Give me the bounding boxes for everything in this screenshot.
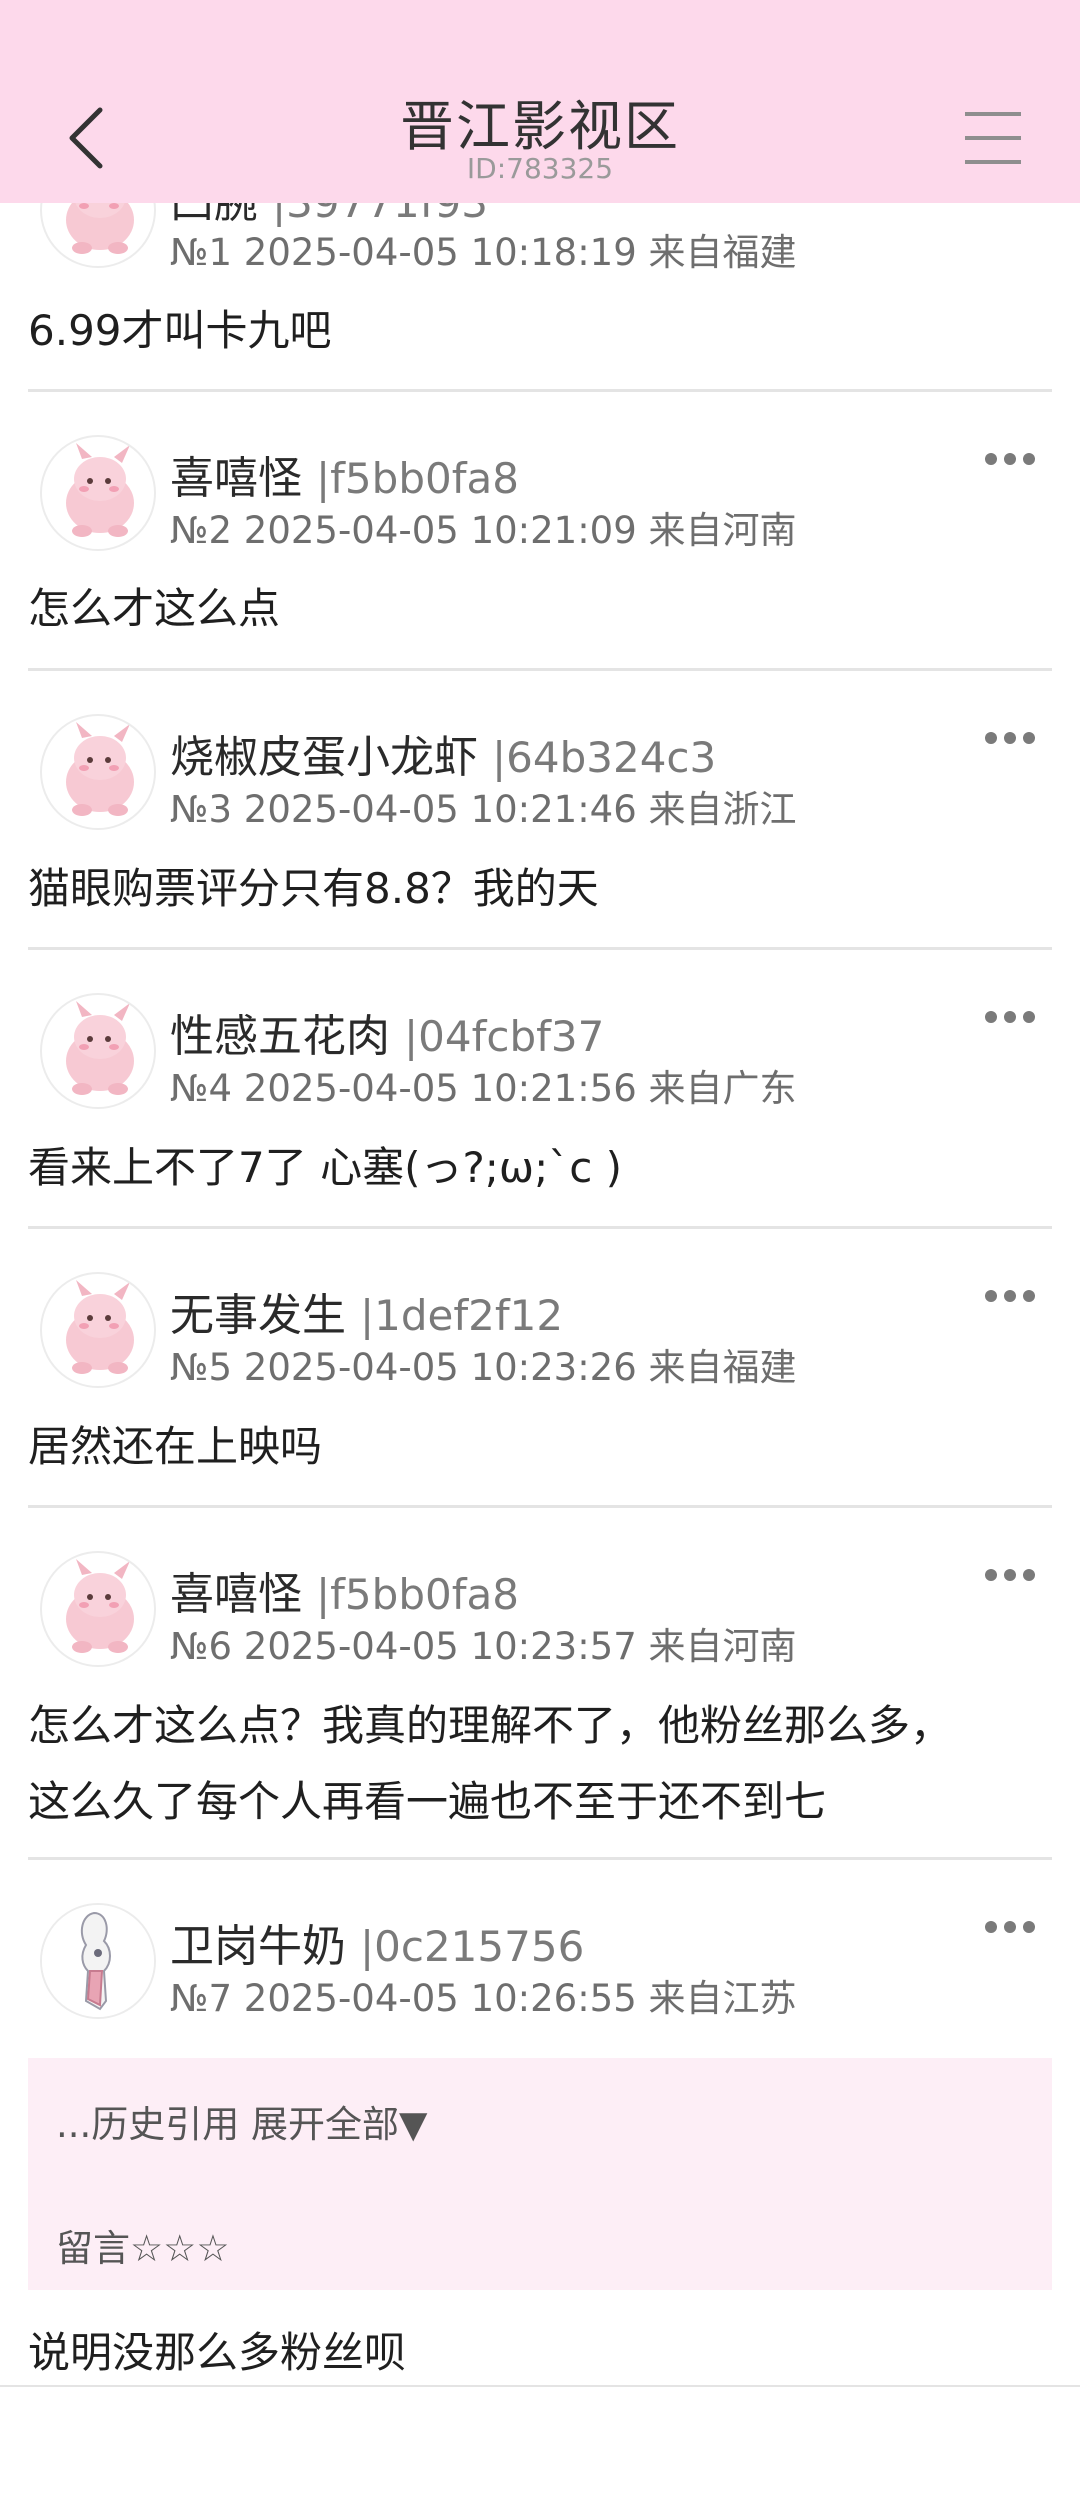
post-content-line: 怎么才这么点？我真的理解不了，他粉丝那么多， bbox=[28, 1701, 953, 1750]
divider bbox=[28, 1505, 1052, 1508]
user-id: |1def2f12 bbox=[360, 1291, 564, 1340]
post-content: 怎么才这么点？我真的理解不了，他粉丝那么多， 这么久了每个人再看一遍也不至于还不… bbox=[28, 1688, 1048, 1840]
clefairy-avatar-icon bbox=[66, 1559, 134, 1653]
post-meta: №7 2025-04-05 10:26:55 来自江苏 bbox=[170, 1977, 797, 2020]
post-meta: №4 2025-04-05 10:21:56 来自广东 bbox=[170, 1067, 797, 1110]
more-dots-icon[interactable] bbox=[985, 1921, 1035, 1935]
quote-block[interactable]: ...历史引用 展开全部▼ 留言☆☆☆ bbox=[28, 2058, 1052, 2290]
username-text: 喜嘻怪 bbox=[170, 1569, 302, 1620]
more-dots-icon[interactable] bbox=[985, 1011, 1035, 1025]
post-username[interactable]: 无事发生 |1def2f12 bbox=[170, 1279, 563, 1343]
divider bbox=[28, 1226, 1052, 1229]
board-id: ID:783325 bbox=[466, 152, 614, 185]
more-dots-icon[interactable] bbox=[985, 1290, 1035, 1304]
avatar[interactable] bbox=[40, 435, 156, 551]
post-content: 说明没那么多粉丝呗 bbox=[28, 2328, 407, 2377]
user-id: |04fcbf37 bbox=[404, 1012, 605, 1061]
clefairy-avatar-icon bbox=[66, 722, 134, 816]
user-id: |f5bb0fa8 bbox=[316, 1570, 519, 1619]
divider bbox=[28, 668, 1052, 671]
clefairy-avatar-icon bbox=[66, 1001, 134, 1095]
post-username[interactable]: 卫岗牛奶 |0c215756 bbox=[170, 1910, 584, 1974]
post-meta: №6 2025-04-05 10:23:57 来自河南 bbox=[170, 1625, 797, 1668]
more-dots-icon[interactable] bbox=[985, 453, 1035, 467]
quote-text: 留言☆☆☆ bbox=[56, 2227, 230, 2270]
post-content: 怎么才这么点 bbox=[28, 584, 281, 633]
post-meta: №1 2025-04-05 10:18:19 来自福建 bbox=[170, 231, 797, 274]
hamburger-line bbox=[965, 160, 1021, 164]
username-text: 无事发生 bbox=[170, 1290, 346, 1341]
divider bbox=[28, 389, 1052, 392]
username-text: 喜嘻怪 bbox=[170, 453, 302, 504]
user-id: |f5bb0fa8 bbox=[316, 454, 519, 503]
post-content: 6.99才叫卡九吧 bbox=[28, 306, 332, 355]
page-title: 晋江影视区 bbox=[400, 95, 680, 158]
post-content: 猫眼购票评分只有8.8？我的天 bbox=[28, 864, 599, 913]
hamburger-line bbox=[965, 136, 1021, 140]
more-dots-icon[interactable] bbox=[985, 1569, 1035, 1583]
avatar[interactable] bbox=[40, 1272, 156, 1388]
avatar[interactable] bbox=[40, 1903, 156, 2019]
post-meta: №5 2025-04-05 10:23:26 来自福建 bbox=[170, 1346, 797, 1389]
clefairy-avatar-icon bbox=[66, 443, 134, 537]
post-content: 居然还在上映吗 bbox=[28, 1422, 323, 1471]
avatar[interactable] bbox=[40, 993, 156, 1109]
clefairy-avatar-icon bbox=[66, 1280, 134, 1374]
bunny-girl-avatar-icon bbox=[42, 1905, 154, 2017]
user-id: |0c215756 bbox=[360, 1922, 585, 1971]
post-content: 看来上不了7了 心塞(っ?;ω;`c ) bbox=[28, 1143, 623, 1192]
post-username[interactable]: 喜嘻怪 |f5bb0fa8 bbox=[170, 1558, 519, 1622]
username-text: 卫岗牛奶 bbox=[170, 1921, 346, 1972]
menu-button[interactable] bbox=[965, 112, 1025, 164]
post-meta: №3 2025-04-05 10:21:46 来自浙江 bbox=[170, 788, 797, 831]
avatar[interactable] bbox=[40, 1551, 156, 1667]
divider bbox=[28, 1857, 1052, 1860]
top-bar: 晋江影视区 ID:783325 bbox=[0, 0, 1080, 203]
post-username[interactable]: 烧椒皮蛋小龙虾 |64b324c3 bbox=[170, 721, 716, 785]
post-username[interactable]: 性感五花肉 |04fcbf37 bbox=[170, 1000, 604, 1064]
divider bbox=[0, 2385, 1080, 2387]
username-text: 烧椒皮蛋小龙虾 bbox=[170, 732, 478, 783]
more-dots-icon[interactable] bbox=[985, 732, 1035, 746]
hamburger-menu-icon bbox=[965, 112, 1021, 116]
post-content-line: 这么久了每个人再看一遍也不至于还不到七 bbox=[28, 1777, 827, 1826]
post-username[interactable]: 喜嘻怪 |f5bb0fa8 bbox=[170, 442, 519, 506]
post-meta: №2 2025-04-05 10:21:09 来自河南 bbox=[170, 509, 797, 552]
username-text: 性感五花肉 bbox=[170, 1011, 390, 1062]
user-id: |64b324c3 bbox=[492, 733, 717, 782]
avatar[interactable] bbox=[40, 714, 156, 830]
divider bbox=[28, 947, 1052, 950]
expand-history-quote[interactable]: ...历史引用 展开全部▼ bbox=[56, 2094, 428, 2148]
